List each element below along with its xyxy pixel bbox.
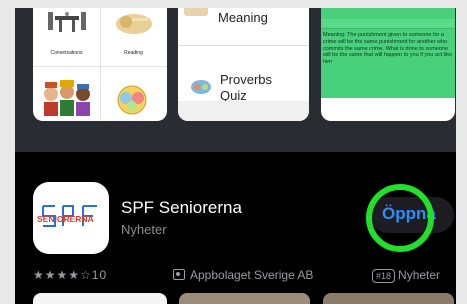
header-bar [321, 19, 455, 29]
people-icon [44, 80, 90, 116]
divider [178, 101, 309, 121]
tile-people [35, 68, 98, 120]
thumbnail [184, 8, 208, 16]
app-category[interactable]: Nyheter [121, 222, 167, 237]
highlight-circle [366, 184, 434, 252]
next-screenshots[interactable] [33, 293, 454, 304]
menu-item-label: Proverbs [220, 72, 273, 87]
rating[interactable]: ★★★★☆10 [33, 268, 107, 282]
tile-emoji [102, 68, 165, 120]
screenshot-preview [33, 293, 167, 304]
divider [100, 8, 101, 121]
developer-name: Appbolaget Sverige AB [190, 268, 314, 282]
proverb-meaning-text: Meaning: The punishment given to someone… [323, 32, 453, 66]
divider [33, 66, 167, 67]
proverb-card: Meaning: The punishment given to someone… [321, 8, 455, 98]
chart-rank[interactable]: #18 Nyheter [372, 268, 440, 283]
developer-icon [173, 269, 185, 280]
app-icon[interactable]: SENIORERNA [33, 182, 109, 254]
spf-logo: SENIORERNA [37, 205, 97, 227]
frame-right [456, 0, 467, 304]
developer[interactable]: Appbolaget Sverige AB [173, 268, 313, 282]
star-filled-icon: ★★★★ [33, 268, 81, 282]
frame-top [0, 0, 467, 8]
star-empty-icon: ☆ [80, 268, 92, 282]
menu-item-label: Meaning [218, 10, 268, 25]
icon-wordmark: SENIORERNA [37, 214, 94, 224]
app-screenshot-3[interactable]: Meaning: The punishment given to someone… [321, 8, 455, 121]
rank-category: Nyheter [398, 268, 441, 282]
app-screenshot-1[interactable]: Conversations Reading [33, 8, 167, 121]
app-title: SPF Seniorerna [121, 198, 242, 217]
table-chairs-icon [48, 12, 86, 32]
menu-item-meaning: Meaning [178, 8, 309, 46]
emoji-icon [117, 85, 147, 115]
menu-item-proverbs-quiz: Proverbs Quiz [178, 54, 309, 103]
rank-badge: #18 [372, 269, 396, 283]
screenshot-preview [179, 293, 310, 304]
category-grid: Conversations Reading [33, 8, 167, 121]
tile-conversations: Conversations [35, 10, 98, 62]
frame-left [0, 0, 15, 304]
tile-label: Conversations [50, 50, 83, 56]
rating-count: 10 [91, 268, 108, 282]
tile-label: Reading [124, 50, 143, 56]
quiz-icon [191, 80, 211, 94]
tile-reading: Reading [102, 10, 165, 62]
app-screenshot-2[interactable]: Meaning Proverbs Quiz [178, 8, 309, 121]
screenshot-preview [323, 293, 454, 304]
scroll-icon [116, 14, 152, 34]
